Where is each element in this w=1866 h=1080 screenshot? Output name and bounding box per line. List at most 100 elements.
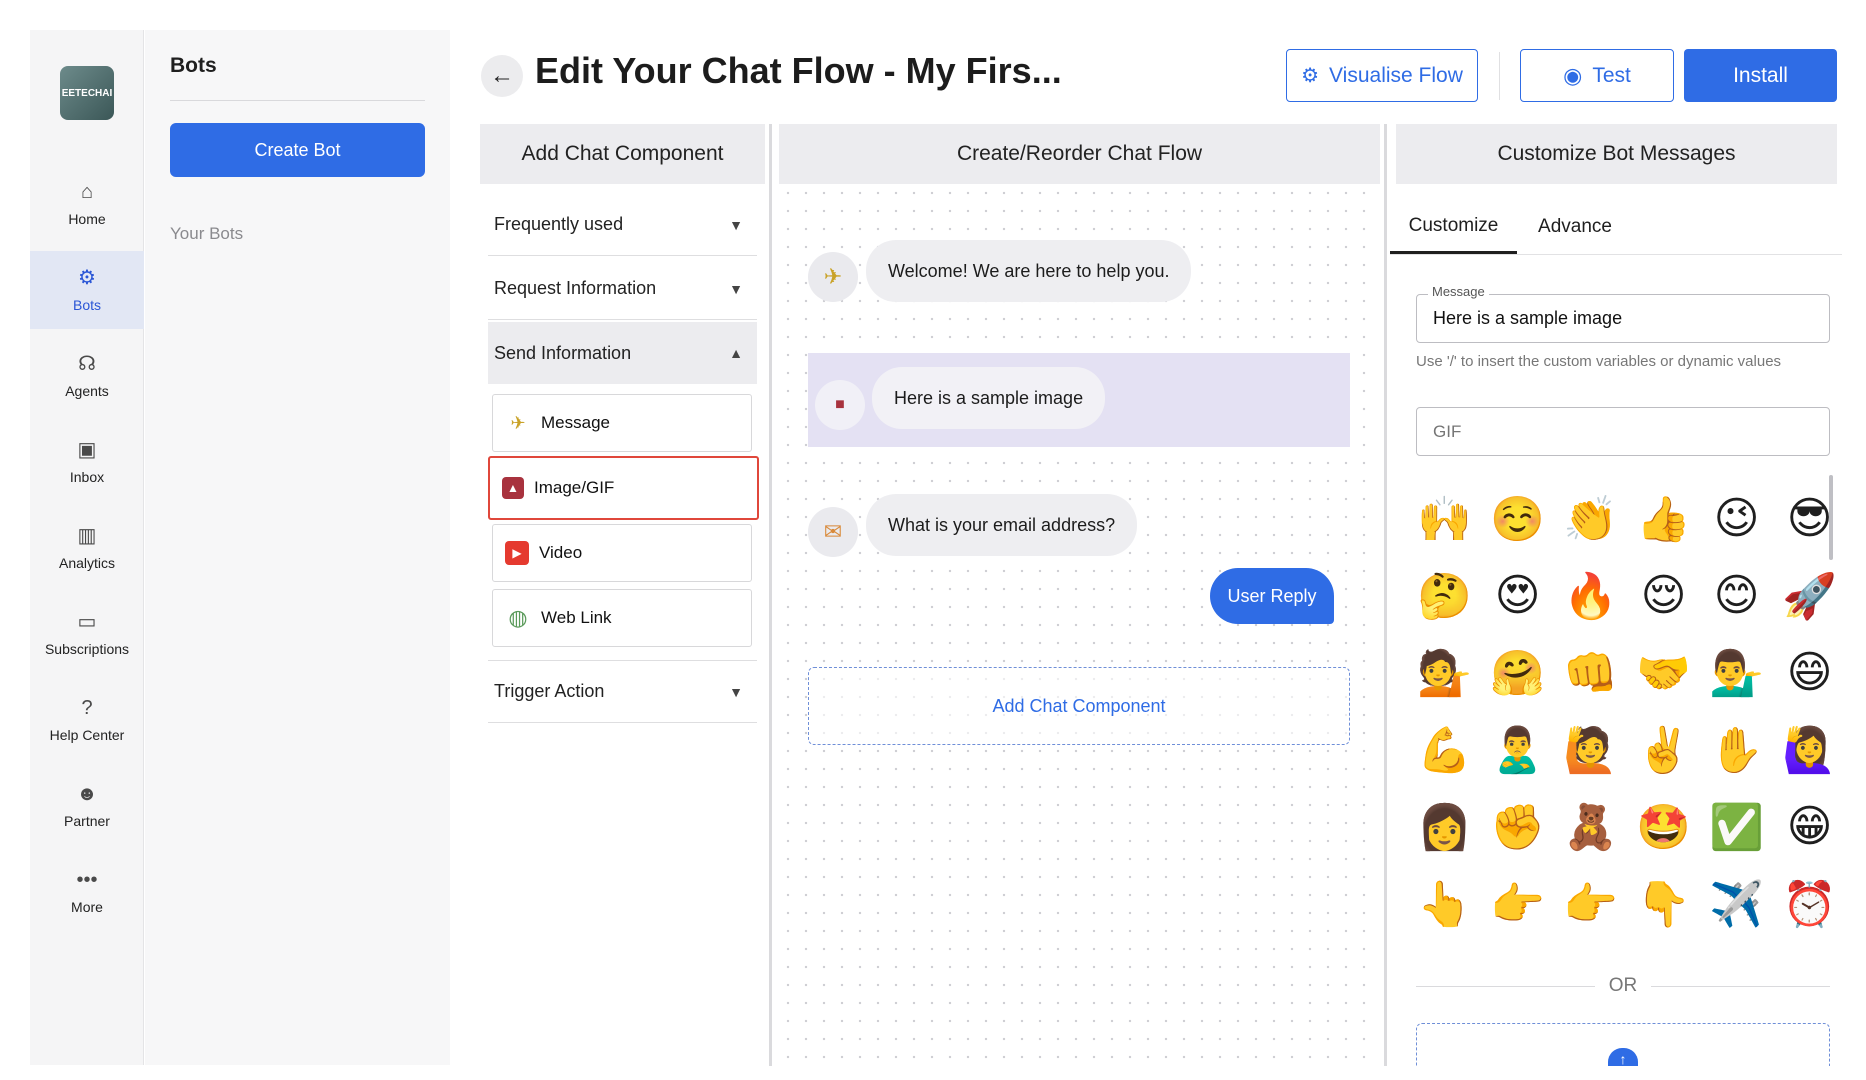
emoji-option[interactable]: 🤩 xyxy=(1627,788,1700,865)
emoji-option[interactable]: 👇 xyxy=(1627,865,1700,942)
emoji-option[interactable]: 🚀 xyxy=(1773,557,1846,634)
test-button[interactable]: ◉ Test xyxy=(1520,49,1674,102)
brand-logo[interactable]: EETECHAI xyxy=(60,66,114,120)
component-web-link[interactable]: ◍ Web Link xyxy=(492,589,752,647)
component-label: Image/GIF xyxy=(534,478,615,497)
emoji-option[interactable]: 😌 xyxy=(1627,557,1700,634)
gif-search-input[interactable] xyxy=(1416,407,1830,456)
emoji-option[interactable]: 😉 xyxy=(1700,480,1773,557)
emoji-option[interactable]: 👊 xyxy=(1554,634,1627,711)
emoji-option[interactable]: 🙌 xyxy=(1408,480,1481,557)
flow-message-image[interactable]: Here is a sample image xyxy=(872,367,1106,429)
divider xyxy=(170,100,425,101)
emoji-option[interactable]: ✈️ xyxy=(1700,865,1773,942)
rail-item-inbox[interactable]: ▣ Inbox xyxy=(30,423,144,501)
emoji-option[interactable]: 🙋 xyxy=(1554,711,1627,788)
emoji-option[interactable]: 💁 xyxy=(1408,634,1481,711)
accordion-frequently-used[interactable]: Frequently used ▼ xyxy=(488,194,757,256)
chat-flow-header: Create/Reorder Chat Flow xyxy=(779,124,1380,184)
emoji-option[interactable]: 🙎‍♂️ xyxy=(1481,711,1554,788)
emoji-scrollbar[interactable] xyxy=(1829,475,1833,560)
emoji-option[interactable]: ☺️ xyxy=(1481,480,1554,557)
component-label: Web Link xyxy=(541,608,612,627)
video-icon: ▶ xyxy=(505,541,529,565)
tab-advance[interactable]: Advance xyxy=(1525,200,1625,254)
paper-plane-icon: ✈ xyxy=(510,412,526,433)
email-node-icon: ✉ xyxy=(808,507,858,557)
rail-item-label: Help Center xyxy=(49,727,125,743)
emoji-option[interactable]: ✋ xyxy=(1700,711,1773,788)
bots-panel: Bots Create Bot Your Bots xyxy=(145,30,450,1065)
bots-panel-title: Bots xyxy=(170,54,217,77)
emoji-option[interactable]: 😊 xyxy=(1700,557,1773,634)
emoji-option[interactable]: 💪 xyxy=(1408,711,1481,788)
add-chat-component-dropzone[interactable]: Add Chat Component xyxy=(808,667,1350,745)
emoji-option[interactable]: 👍 xyxy=(1627,480,1700,557)
chevron-down-icon: ▼ xyxy=(729,280,743,297)
component-label: Message xyxy=(541,413,610,432)
rail-item-label: Partner xyxy=(64,813,110,829)
image-icon: ▲ xyxy=(502,477,524,499)
rail-item-bots[interactable]: ⚙ Bots xyxy=(30,251,144,329)
rail-item-agents[interactable]: ☊ Agents xyxy=(30,337,144,415)
column-divider[interactable] xyxy=(769,124,772,1069)
emoji-option[interactable]: 👩 xyxy=(1408,788,1481,865)
component-label: Video xyxy=(539,543,583,562)
emoji-option[interactable]: 🤗 xyxy=(1481,634,1554,711)
user-reply-bubble[interactable]: User Reply xyxy=(1210,568,1334,624)
emoji-option[interactable]: 😎 xyxy=(1773,480,1846,557)
rail-item-help-center[interactable]: ? Help Center xyxy=(30,681,144,759)
emoji-option[interactable]: ⏰ xyxy=(1773,865,1846,942)
flow-message-welcome[interactable]: Welcome! We are here to help you. xyxy=(866,240,1192,302)
emoji-option[interactable]: 🙋‍♀️ xyxy=(1773,711,1846,788)
rail-item-label: Home xyxy=(68,211,106,227)
create-bot-button[interactable]: Create Bot xyxy=(170,123,425,177)
accordion-label: Trigger Action xyxy=(494,681,605,701)
install-button[interactable]: Install xyxy=(1684,49,1837,102)
emoji-option[interactable]: ✅ xyxy=(1700,788,1773,865)
message-field[interactable]: Here is a sample image xyxy=(1416,294,1830,343)
tab-customize[interactable]: Customize xyxy=(1390,200,1517,254)
emoji-option[interactable]: 💁‍♂️ xyxy=(1700,634,1773,711)
eye-icon: ◉ xyxy=(1563,62,1583,88)
emoji-option[interactable]: ✊ xyxy=(1481,788,1554,865)
accordion-label: Send Information xyxy=(494,342,632,363)
emoji-option[interactable]: 🧸 xyxy=(1554,788,1627,865)
page-bottom-margin xyxy=(0,1066,1866,1080)
emoji-option[interactable]: 👉 xyxy=(1554,865,1627,942)
emoji-option[interactable]: 👏 xyxy=(1554,480,1627,557)
emoji-option[interactable]: 👆 xyxy=(1408,865,1481,942)
message-value: Here is a sample image xyxy=(1433,308,1623,328)
rail-item-analytics[interactable]: ▥ Analytics xyxy=(30,509,144,587)
emoji-option[interactable]: 🤝 xyxy=(1627,634,1700,711)
emoji-option[interactable]: 😄 xyxy=(1773,634,1846,711)
accordion-request-information[interactable]: Request Information ▼ xyxy=(488,258,757,320)
more-icon: ••• xyxy=(76,869,98,891)
component-image-gif[interactable]: ▲ Image/GIF xyxy=(488,456,759,520)
emoji-option[interactable]: 😁 xyxy=(1773,788,1846,865)
message-node-icon: ✈ xyxy=(808,252,858,302)
component-message[interactable]: ✈ Message xyxy=(492,394,752,452)
accordion-send-information[interactable]: Send Information ▲ xyxy=(488,322,757,384)
emoji-option[interactable]: 👉 xyxy=(1481,865,1554,942)
back-arrow-icon[interactable]: ← xyxy=(481,55,523,97)
rail-item-more[interactable]: ••• More xyxy=(30,853,144,931)
nav-rail: EETECHAI ⌂ Home ⚙ Bots ☊ Agents ▣ Inbox ▥ Analyti… xyxy=(30,30,144,1065)
emoji-option[interactable]: ✌️ xyxy=(1627,711,1700,788)
emoji-option[interactable]: 🤔 xyxy=(1408,557,1481,634)
flow-canvas[interactable] xyxy=(779,184,1380,1069)
accordion-trigger-action[interactable]: Trigger Action ▼ xyxy=(488,661,757,723)
emoji-option[interactable]: 🔥 xyxy=(1554,557,1627,634)
bots-icon: ⚙ xyxy=(78,267,96,289)
emoji-option[interactable]: 😍 xyxy=(1481,557,1554,634)
rail-item-home[interactable]: ⌂ Home xyxy=(30,165,144,243)
globe-icon: ◍ xyxy=(508,605,528,630)
flow-message-email[interactable]: What is your email address? xyxy=(866,494,1138,556)
visualise-flow-button[interactable]: ⚙ Visualise Flow xyxy=(1286,49,1478,102)
accordion-label: Request Information xyxy=(494,278,657,298)
rail-item-partner[interactable]: ☻ Partner xyxy=(30,767,144,845)
rail-item-label: Analytics xyxy=(58,555,116,571)
rail-item-subscriptions[interactable]: ▭ Subscriptions xyxy=(30,595,144,673)
column-divider[interactable] xyxy=(1384,124,1387,1069)
component-video[interactable]: ▶ Video xyxy=(492,524,752,582)
